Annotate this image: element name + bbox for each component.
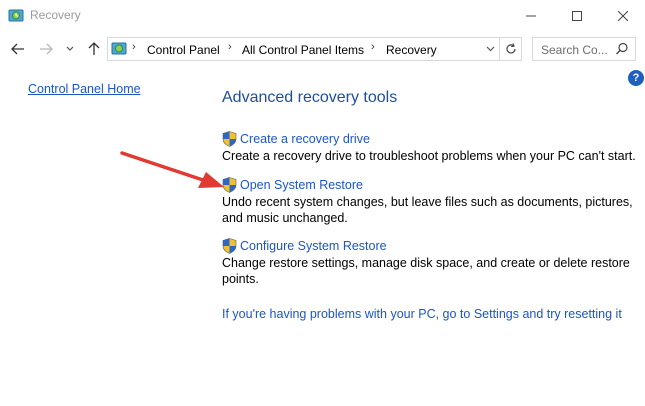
breadcrumb-recovery[interactable]: Recovery (386, 43, 437, 57)
breadcrumb-separator-icon[interactable]: › (132, 41, 136, 53)
reset-pc-link[interactable]: If you're having problems with your PC, … (222, 307, 622, 321)
breadcrumb-all-items[interactable]: All Control Panel Items (242, 43, 364, 57)
configure-system-restore-link[interactable]: Configure System Restore (222, 238, 387, 254)
breadcrumb-separator-icon[interactable]: › (228, 41, 232, 53)
arrow-right-icon (40, 43, 53, 55)
recent-locations-button[interactable] (60, 38, 80, 60)
uac-shield-icon (222, 238, 237, 254)
tool-description: Create a recovery drive to troubleshoot … (222, 149, 636, 163)
forward-button[interactable] (36, 38, 56, 60)
tool-label[interactable]: Configure System Restore (240, 239, 387, 253)
annotation-arrow-icon (120, 151, 224, 188)
uac-shield-icon (222, 131, 237, 147)
chevron-down-icon (486, 46, 494, 52)
maximize-icon (572, 11, 582, 21)
page-title: Advanced recovery tools (222, 89, 398, 106)
close-button[interactable] (600, 0, 645, 32)
navigation-bar: › Control Panel › All Control Panel Item… (0, 34, 645, 64)
breadcrumb-separator-icon[interactable]: › (371, 41, 375, 53)
chevron-down-icon (66, 46, 74, 51)
breadcrumb-control-panel[interactable]: Control Panel (147, 43, 220, 57)
tool-description: Undo recent system changes, but leave fi… (222, 195, 633, 225)
search-input[interactable]: Search Co... (532, 37, 636, 61)
arrow-up-icon (88, 42, 100, 55)
tool-label[interactable]: Create a recovery drive (240, 132, 370, 146)
tool-label[interactable]: Open System Restore (240, 178, 363, 192)
tool-description: Change restore settings, manage disk spa… (222, 256, 630, 286)
minimize-button[interactable] (508, 0, 554, 32)
refresh-icon (505, 43, 516, 54)
control-panel-icon (111, 41, 127, 57)
control-panel-home-link[interactable]: Control Panel Home (28, 82, 141, 96)
address-bar[interactable]: › Control Panel › All Control Panel Item… (107, 37, 500, 61)
arrow-left-icon (11, 43, 24, 55)
open-system-restore-link[interactable]: Open System Restore (222, 177, 363, 193)
search-placeholder: Search Co... (541, 43, 608, 57)
back-button[interactable] (8, 38, 28, 60)
maximize-button[interactable] (554, 0, 600, 32)
close-icon (618, 11, 628, 21)
create-recovery-drive-link[interactable]: Create a recovery drive (222, 131, 370, 147)
title-bar: Recovery (0, 0, 645, 32)
up-button[interactable] (84, 38, 104, 60)
help-icon[interactable]: ? (628, 70, 644, 86)
address-history-button[interactable] (483, 42, 497, 56)
minimize-icon (526, 15, 536, 17)
recovery-app-icon (8, 8, 24, 24)
search-icon[interactable] (615, 42, 629, 56)
refresh-button[interactable] (500, 37, 522, 61)
window-title: Recovery (30, 8, 81, 22)
